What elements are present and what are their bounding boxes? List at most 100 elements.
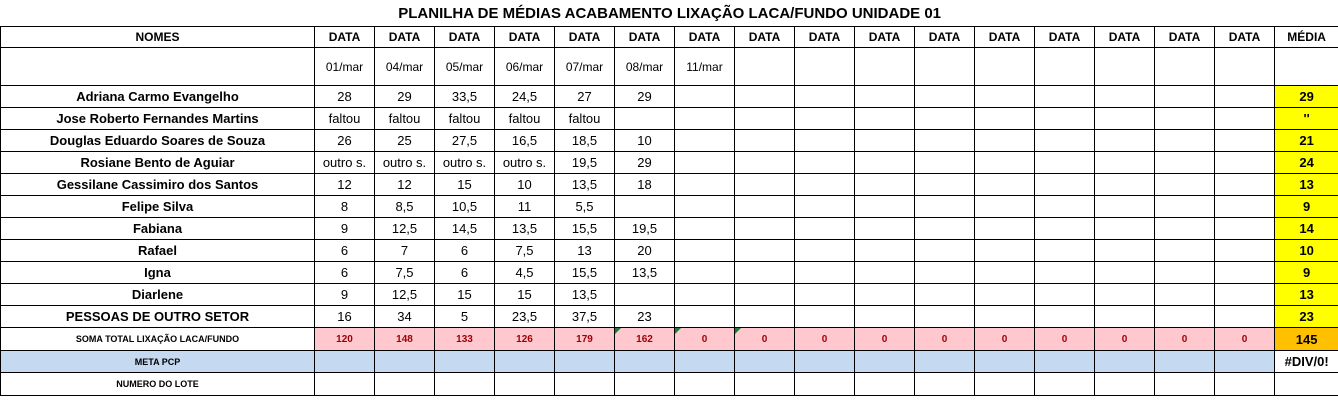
score-cell[interactable]: faltou	[554, 107, 615, 130]
score-cell[interactable]	[674, 261, 735, 284]
meta-cell[interactable]	[374, 350, 435, 373]
score-cell[interactable]: 37,5	[554, 305, 615, 328]
score-cell[interactable]	[914, 151, 975, 174]
score-cell[interactable]	[1214, 173, 1275, 196]
score-cell[interactable]: 8,5	[374, 195, 435, 218]
lote-cell[interactable]	[1154, 372, 1215, 396]
score-cell[interactable]	[734, 85, 795, 108]
score-cell[interactable]: 24,5	[494, 85, 555, 108]
soma-value[interactable]: 0	[1154, 327, 1215, 351]
lote-cell[interactable]	[374, 372, 435, 396]
score-cell[interactable]	[1034, 85, 1095, 108]
score-cell[interactable]: 9	[314, 217, 375, 240]
date-cell[interactable]: 06/mar	[494, 47, 555, 86]
lote-cell[interactable]	[794, 372, 855, 396]
header-data[interactable]: DATA	[1154, 26, 1215, 48]
soma-value[interactable]: 148	[374, 327, 435, 351]
header-data[interactable]: DATA	[614, 26, 675, 48]
lote-media-cell[interactable]	[1273, 372, 1338, 396]
date-cell[interactable]	[974, 47, 1035, 86]
score-cell[interactable]	[974, 217, 1035, 240]
date-cell[interactable]	[914, 47, 975, 86]
score-cell[interactable]	[734, 129, 795, 152]
score-cell[interactable]	[974, 283, 1035, 306]
score-cell[interactable]	[974, 151, 1035, 174]
score-cell[interactable]	[854, 261, 915, 284]
soma-value[interactable]: 179	[554, 327, 615, 351]
header-data[interactable]: DATA	[674, 26, 735, 48]
header-media[interactable]: MÉDIA	[1273, 26, 1338, 48]
score-cell[interactable]: outro s.	[434, 151, 495, 174]
score-cell[interactable]	[1034, 107, 1095, 130]
meta-cell[interactable]	[974, 350, 1035, 373]
score-cell[interactable]	[674, 151, 735, 174]
score-cell[interactable]	[674, 239, 735, 262]
lote-cell[interactable]	[734, 372, 795, 396]
lote-cell[interactable]	[434, 372, 495, 396]
meta-label[interactable]: META PCP	[0, 350, 315, 373]
employee-name[interactable]: Rosiane Bento de Aguiar	[0, 151, 315, 174]
score-cell[interactable]	[794, 239, 855, 262]
score-cell[interactable]	[1154, 305, 1215, 328]
score-cell[interactable]	[734, 107, 795, 130]
score-cell[interactable]	[1214, 129, 1275, 152]
header-data[interactable]: DATA	[1214, 26, 1275, 48]
score-cell[interactable]	[674, 217, 735, 240]
lote-label[interactable]: NUMERO DO LOTE	[0, 372, 315, 396]
employee-name[interactable]: Rafael	[0, 239, 315, 262]
employee-name[interactable]: Diarlene	[0, 283, 315, 306]
header-data[interactable]: DATA	[494, 26, 555, 48]
score-cell[interactable]: 12,5	[374, 283, 435, 306]
score-cell[interactable]	[1154, 195, 1215, 218]
employee-name[interactable]: Douglas Eduardo Soares de Souza	[0, 129, 315, 152]
score-cell[interactable]: 15,5	[554, 217, 615, 240]
soma-value[interactable]: 126	[494, 327, 555, 351]
score-cell[interactable]: 26	[314, 129, 375, 152]
score-cell[interactable]: faltou	[434, 107, 495, 130]
score-cell[interactable]	[734, 217, 795, 240]
score-cell[interactable]: 7,5	[374, 261, 435, 284]
score-cell[interactable]: 15	[434, 173, 495, 196]
score-cell[interactable]	[1214, 283, 1275, 306]
meta-cell[interactable]	[914, 350, 975, 373]
date-cell[interactable]	[1154, 47, 1215, 86]
score-cell[interactable]	[854, 173, 915, 196]
employee-media[interactable]: 23	[1273, 305, 1338, 328]
score-cell[interactable]	[1034, 195, 1095, 218]
score-cell[interactable]	[1094, 283, 1155, 306]
score-cell[interactable]	[1154, 239, 1215, 262]
score-cell[interactable]: 28	[314, 85, 375, 108]
score-cell[interactable]: 13,5	[554, 283, 615, 306]
score-cell[interactable]	[974, 239, 1035, 262]
score-cell[interactable]: 16,5	[494, 129, 555, 152]
employee-media[interactable]: 13	[1273, 283, 1338, 306]
header-data[interactable]: DATA	[1034, 26, 1095, 48]
score-cell[interactable]	[854, 151, 915, 174]
lote-cell[interactable]	[494, 372, 555, 396]
score-cell[interactable]: 13,5	[494, 217, 555, 240]
score-cell[interactable]	[914, 173, 975, 196]
score-cell[interactable]: 34	[374, 305, 435, 328]
score-cell[interactable]	[1094, 217, 1155, 240]
score-cell[interactable]	[794, 217, 855, 240]
score-cell[interactable]: 29	[614, 151, 675, 174]
score-cell[interactable]: 10,5	[434, 195, 495, 218]
score-cell[interactable]	[674, 283, 735, 306]
header-data[interactable]: DATA	[734, 26, 795, 48]
score-cell[interactable]: 23,5	[494, 305, 555, 328]
score-cell[interactable]	[614, 195, 675, 218]
soma-value[interactable]: 0	[854, 327, 915, 351]
soma-value[interactable]: 133	[434, 327, 495, 351]
score-cell[interactable]	[1034, 261, 1095, 284]
score-cell[interactable]	[734, 195, 795, 218]
employee-name[interactable]: PESSOAS DE OUTRO SETOR	[0, 305, 315, 328]
lote-cell[interactable]	[1034, 372, 1095, 396]
score-cell[interactable]: 20	[614, 239, 675, 262]
soma-value[interactable]: 0	[1214, 327, 1275, 351]
header-data[interactable]: DATA	[314, 26, 375, 48]
score-cell[interactable]	[614, 107, 675, 130]
score-cell[interactable]: 7	[374, 239, 435, 262]
score-cell[interactable]: 12,5	[374, 217, 435, 240]
score-cell[interactable]	[1034, 305, 1095, 328]
score-cell[interactable]	[974, 195, 1035, 218]
